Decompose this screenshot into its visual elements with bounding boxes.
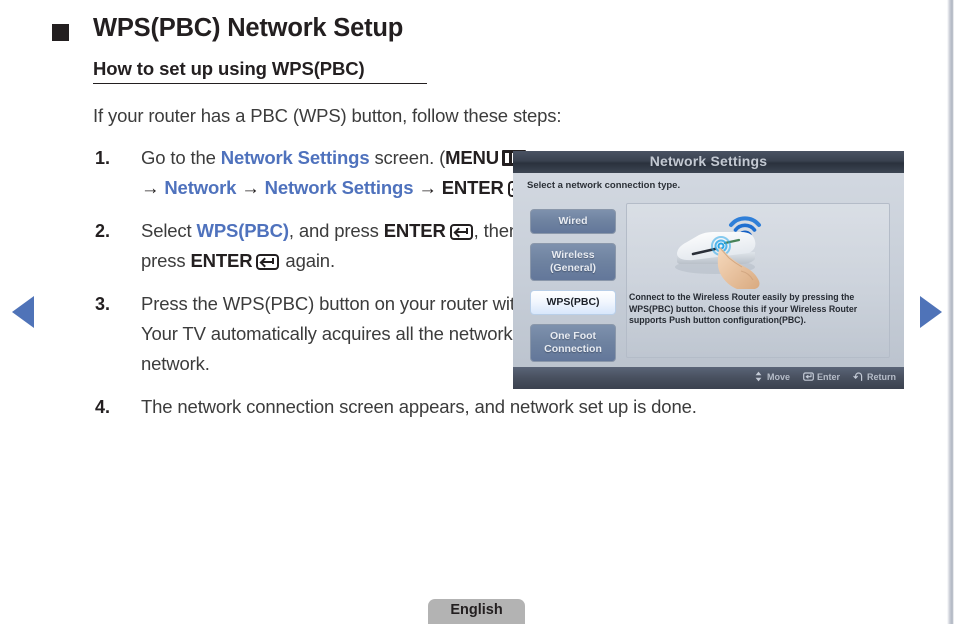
- menu-reference: Network Settings: [220, 147, 370, 168]
- step-text-run: ENTER: [190, 250, 253, 271]
- step-number: 2.: [95, 221, 111, 241]
- next-page-arrow[interactable]: [920, 296, 942, 328]
- right-edge-scrollbar[interactable]: [947, 0, 954, 624]
- tv-menu-list: Wired Wireless (General) WPS(PBC) One Foot Co…: [530, 209, 616, 371]
- tv-screenshot: Network Settings Select a network connec…: [513, 151, 904, 389]
- tv-menu-item[interactable]: WPS(PBC): [530, 290, 616, 315]
- step-number: 1.: [95, 148, 111, 168]
- step-item: 4. The network connection screen appears,…: [93, 392, 893, 422]
- step-text-run: Select: [141, 220, 197, 241]
- step-text: Go to the Network Settings screen. (MENU…: [141, 143, 541, 203]
- updown-arrow-icon: [755, 371, 762, 382]
- enter-key-icon: [449, 224, 473, 240]
- menu-reference: Network Settings: [264, 177, 414, 198]
- page-title: WPS(PBC) Network Setup: [93, 14, 404, 42]
- tv-footer-hint: Enter: [803, 371, 840, 382]
- step-text-run: ENTER: [383, 220, 446, 241]
- intro-text: If your router has a PBC (WPS) button, f…: [93, 105, 562, 126]
- tv-header-bar: Network Settings: [513, 151, 904, 173]
- previous-page-arrow[interactable]: [12, 296, 34, 328]
- tv-header-title: Network Settings: [649, 153, 768, 169]
- tv-footer-hint: Return: [853, 371, 896, 382]
- step-number: 4.: [95, 397, 111, 417]
- menu-reference: Network: [164, 177, 237, 198]
- tv-footer-bar: Move Enter Return: [513, 367, 904, 389]
- tv-footer-hint-label: Enter: [816, 371, 840, 382]
- step-number: 3.: [95, 294, 111, 314]
- tv-body: Wired Wireless (General) WPS(PBC) One Foot Co…: [513, 195, 904, 367]
- language-tab[interactable]: English: [428, 599, 525, 624]
- tv-instruction: Select a network connection type.: [527, 180, 681, 191]
- step-text-run: screen. (: [369, 147, 446, 168]
- return-arrow-icon: [853, 372, 863, 381]
- tv-footer-hint: Move: [753, 371, 790, 382]
- step-text-run: The network connection screen appears, a…: [141, 396, 697, 417]
- section-bullet-icon: [52, 24, 69, 41]
- enter-key-icon: [803, 372, 814, 381]
- router-illustration: [663, 201, 783, 289]
- subtitle-block: How to set up using WPS(PBC): [93, 58, 429, 84]
- tv-footer-hint-label: Move: [766, 371, 790, 382]
- subtitle-divider: [93, 83, 427, 84]
- step-text-run: , and press: [288, 220, 384, 241]
- step-text-run: →: [413, 177, 442, 198]
- tv-menu-item[interactable]: One Foot Connection: [530, 324, 616, 362]
- step-text-run: →: [236, 177, 265, 198]
- tv-footer-hints: Move Enter Return: [753, 371, 896, 382]
- step-text: The network connection screen appears, a…: [141, 392, 893, 422]
- step-text-run: MENU: [445, 147, 499, 168]
- tv-description: Connect to the Wireless Router easily by…: [629, 292, 858, 326]
- step-text: Select WPS(PBC), and press ENTER, then p…: [141, 216, 541, 276]
- tv-menu-item[interactable]: Wired: [530, 209, 616, 234]
- step-text-run: again.: [280, 250, 335, 271]
- step-text-run: →: [141, 177, 165, 198]
- step-text-run: Go to the: [141, 147, 221, 168]
- menu-reference: WPS(PBC): [196, 220, 289, 241]
- subtitle: How to set up using WPS(PBC): [93, 58, 365, 79]
- tv-footer-hint-label: Return: [867, 371, 896, 382]
- enter-key-icon: [256, 254, 280, 270]
- tv-menu-item[interactable]: Wireless (General): [530, 243, 616, 281]
- step-text-run: ENTER: [441, 177, 504, 198]
